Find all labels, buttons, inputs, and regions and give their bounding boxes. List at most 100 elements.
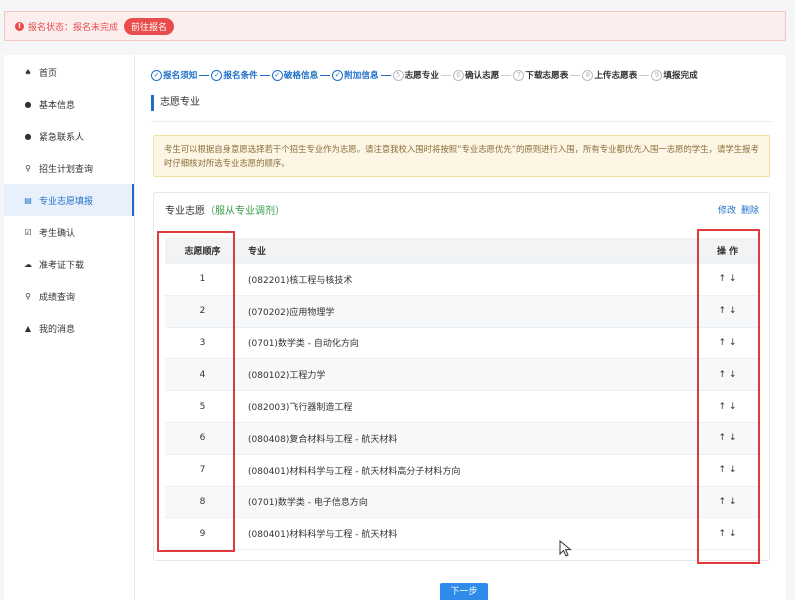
step-connector [440, 74, 451, 76]
home-icon: ♠ [24, 67, 32, 77]
number-circle-icon: 5 [392, 69, 404, 81]
sidebar-item-label: 专业志愿填报 [39, 196, 94, 207]
sidebar-item-emergency-contact[interactable]: ● 紧急联系人 [4, 120, 134, 152]
sidebar-item-basic-info[interactable]: ● 基本信息 [4, 88, 134, 120]
sidebar-item-label: 紧急联系人 [39, 132, 85, 143]
cloud-download-icon: ☁ [24, 259, 32, 269]
table-row: 5 (082003)飞行器制造工程 ↑↓ [165, 391, 759, 423]
sidebar-item-enrollment-plan[interactable]: ⚲ 招生计划查询 [4, 152, 134, 184]
row-major: (080408)复合材料与工程 - 航天材料 [248, 434, 398, 445]
alert-circle-icon: ! [15, 21, 24, 31]
sidebar-item-label: 招生计划查询 [39, 164, 94, 175]
step-connector [380, 74, 391, 76]
registration-status-alert: ! 报名状态：报名未完成 前往报名 [4, 11, 786, 41]
sidebar-item-home[interactable]: ♠ 首页 [4, 56, 134, 88]
table-row: 3 (0701)数学类 - 自动化方向 ↑↓ [165, 328, 759, 360]
seq-column-highlight [157, 231, 235, 552]
table-row: 4 (080102)工程力学 ↑↓ [165, 359, 759, 392]
step-9: 9 填报完成 [651, 69, 698, 81]
table-row: 9 (080401)材料科学与工程 - 航天材料 ↑↓ [165, 518, 759, 551]
row-major: (080102)工程力学 [248, 371, 326, 382]
bell-icon: ▲ [24, 323, 32, 333]
step-label: 填报完成 [663, 71, 698, 81]
row-major: (080401)材料科学与工程 - 航天材料高分子材料方向 [248, 466, 461, 477]
check-circle-icon: ✓ [151, 69, 162, 81]
sidebar-item-label: 准考证下载 [39, 260, 85, 271]
notice-box: 考生可以根据自身意愿选择若干个招生专业作为志愿。请注意我校入围时将按照“专业志愿… [153, 135, 770, 177]
number-circle-icon: 6 [452, 69, 464, 81]
sidebar-item-candidate-confirm[interactable]: ☑ 考生确认 [4, 216, 134, 248]
step-connector [259, 74, 270, 76]
table-row: 1 (082201)核工程与核技术 ↑↓ [165, 264, 759, 296]
sidebar-item-label: 基本信息 [39, 100, 76, 111]
step-7: 7 下载志愿表 [513, 69, 568, 81]
search-icon: ⚲ [25, 291, 31, 301]
step-connector [639, 74, 650, 76]
sidebar-item-major-preference[interactable]: ▤ 专业志愿填报 [4, 184, 134, 216]
divider [151, 121, 773, 122]
preference-card: 专业志愿（服从专业调剂） 修改 删除 志愿顺序 专业 操作 1 (082201)核工… [153, 192, 770, 561]
step-label: 破格信息 [283, 71, 319, 81]
card-title: 专业志愿（服从专业调剂） [165, 202, 285, 217]
user-icon: ● [24, 99, 32, 109]
step-8: 8 上传志愿表 [582, 69, 637, 81]
step-4[interactable]: ✓ 附加信息 [332, 69, 379, 81]
card-title-text: 专业志愿 [165, 206, 205, 217]
table-row: 7 (080401)材料科学与工程 - 航天材料高分子材料方向 ↑↓ [165, 455, 759, 487]
go-register-button[interactable]: 前往报名 [124, 17, 175, 35]
content-area: ✓ 报名须知 ✓ 报名条件 ✓ 破格信息 ✓ 附加信息 5 志愿专业 6 确认志愿 7 下载志… [151, 55, 773, 600]
table-header: 志愿顺序 专业 操作 [165, 238, 759, 264]
page-title: 志愿专业 [151, 95, 200, 111]
step-connector [501, 74, 512, 76]
step-2[interactable]: ✓ 报名条件 [211, 69, 258, 81]
step-label: 确认志愿 [464, 71, 500, 81]
op-column-highlight [697, 229, 760, 564]
check-circle-icon: ✓ [211, 69, 223, 81]
check-circle-icon: ✓ [271, 69, 283, 81]
mouse-cursor-icon [559, 540, 572, 557]
preference-table: 志愿顺序 专业 操作 1 (082201)核工程与核技术 ↑↓ 2 (070202)应… [165, 238, 759, 551]
edit-link[interactable]: 修改 [718, 206, 736, 216]
row-major: (070202)应用物理学 [248, 307, 335, 318]
sidebar-item-score-query[interactable]: ⚲ 成绩查询 [4, 280, 134, 312]
delete-link[interactable]: 删除 [741, 206, 759, 216]
registration-status-text: 报名状态：报名未完成 [28, 22, 119, 33]
sidebar-item-label: 首页 [39, 68, 58, 79]
number-circle-icon: 9 [651, 69, 663, 81]
adjust-accept-badge: （服从专业调剂） [205, 206, 285, 217]
table-row: 2 (070202)应用物理学 ↑↓ [165, 295, 759, 328]
step-connector [320, 74, 331, 76]
check-square-icon: ☑ [24, 227, 32, 237]
number-circle-icon: 7 [513, 69, 525, 81]
number-circle-icon: 8 [582, 69, 594, 81]
row-major: (082201)核工程与核技术 [248, 275, 353, 286]
step-connector [570, 74, 581, 76]
sidebar-item-label: 成绩查询 [39, 292, 76, 303]
user-icon: ● [24, 131, 32, 141]
step-label: 上传志愿表 [594, 71, 638, 81]
card-actions: 修改 删除 [713, 203, 759, 216]
sidebar-item-messages[interactable]: ▲ 我的消息 [4, 312, 134, 344]
sidebar: ♠ 首页 ● 基本信息 ● 紧急联系人 ⚲ 招生计划查询 ▤ 专业志愿填报 ☑ 考生确认 ☁… [4, 55, 135, 600]
step-label: 下载志愿表 [525, 71, 569, 81]
main-panel: ♠ 首页 ● 基本信息 ● 紧急联系人 ⚲ 招生计划查询 ▤ 专业志愿填报 ☑ 考生确认 ☁… [4, 55, 786, 600]
step-6: 6 确认志愿 [452, 69, 500, 81]
table-row: 8 (0701)数学类 - 电子信息方向 ↑↓ [165, 486, 759, 519]
sidebar-item-label: 考生确认 [39, 228, 76, 239]
step-label: 报名条件 [223, 71, 258, 81]
check-circle-icon: ✓ [332, 69, 344, 81]
table-row: 6 (080408)复合材料与工程 - 航天材料 ↑↓ [165, 422, 759, 455]
row-major: (0701)数学类 - 自动化方向 [248, 339, 359, 350]
column-header-major: 专业 [248, 247, 267, 257]
sidebar-item-admit-card[interactable]: ☁ 准考证下载 [4, 248, 134, 280]
step-connector [199, 74, 210, 76]
progress-steps: ✓ 报名须知 ✓ 报名条件 ✓ 破格信息 ✓ 附加信息 5 志愿专业 6 确认志愿 7 下载志… [151, 67, 773, 83]
step-3[interactable]: ✓ 破格信息 [271, 69, 319, 81]
step-5: 5 志愿专业 [392, 69, 439, 81]
row-major: (0701)数学类 - 电子信息方向 [248, 498, 368, 509]
row-major: (080401)材料科学与工程 - 航天材料 [248, 530, 398, 541]
sidebar-item-label: 我的消息 [39, 324, 76, 335]
step-1[interactable]: ✓ 报名须知 [151, 69, 197, 81]
search-icon: ⚲ [25, 163, 31, 173]
next-step-button[interactable]: 下一步 [440, 583, 488, 600]
